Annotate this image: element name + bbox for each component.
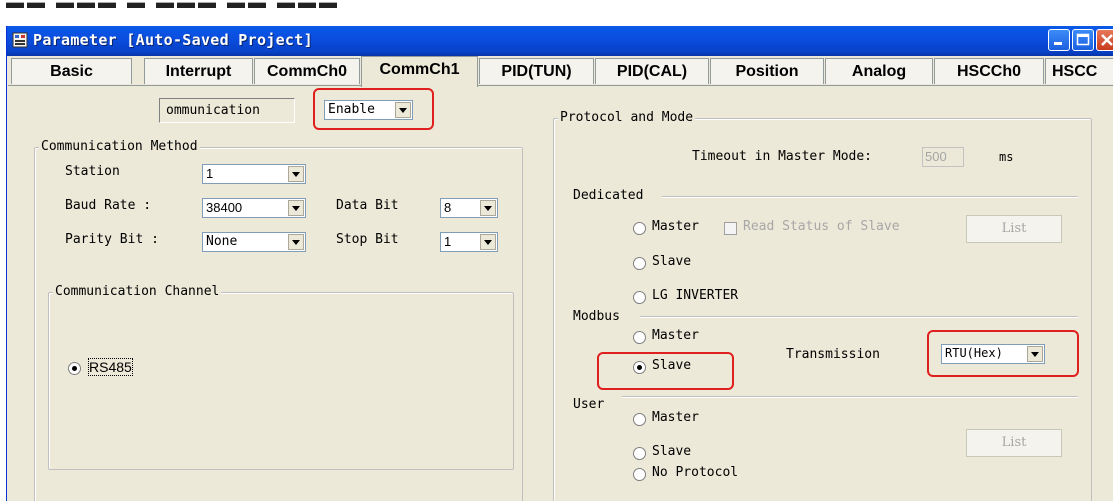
chevron-down-icon[interactable] [395, 102, 411, 118]
baud-rate-label: Baud Rate : [65, 198, 152, 213]
chevron-down-icon[interactable] [288, 234, 304, 250]
lg-inverter-label: LG INVERTER [652, 288, 739, 303]
dedicated-title: Dedicated [573, 188, 644, 203]
tab-pid-tun[interactable]: PID(TUN) [479, 58, 594, 84]
caption-doodle: ▬▬ ▬▬▬ ▬ ▬▬▬ ▬▬ ▬▬▬ [6, 0, 341, 12]
baud-rate-select[interactable]: 38400 [202, 198, 306, 218]
tab-analog[interactable]: Analog [825, 58, 933, 84]
protocol-mode-group: Protocol and Mode Timeout in Master Mode… [553, 110, 1092, 501]
dedicated-master-label: Master [652, 219, 699, 234]
tab-interrupt[interactable]: Interrupt [144, 58, 253, 84]
tab-hscch0[interactable]: HSCCh0 [934, 58, 1044, 84]
no-protocol-radio[interactable] [633, 468, 646, 481]
baud-rate-value: 38400 [206, 200, 243, 215]
stop-bit-value: 1 [444, 234, 452, 249]
transmission-select[interactable]: RTU(Hex) [941, 344, 1045, 364]
user-slave-radio[interactable] [633, 447, 646, 460]
data-bit-select[interactable]: 8 [440, 198, 498, 218]
station-select[interactable]: 1 [202, 164, 306, 184]
dedicated-separator [662, 196, 1078, 198]
dedicated-master-radio[interactable] [633, 222, 646, 235]
transmission-value: RTU(Hex) [945, 346, 1003, 360]
communication-value: Enable [328, 102, 375, 117]
rs485-label[interactable]: RS485 [88, 358, 133, 376]
maximize-button[interactable] [1072, 29, 1094, 51]
title-bar[interactable]: Parameter [Auto-Saved Project] [7, 26, 1113, 56]
user-title: User [573, 397, 605, 412]
communication-method-title: Communication Method [39, 139, 200, 154]
user-slave-label: Slave [652, 444, 692, 459]
modbus-slave-label: Slave [652, 358, 692, 373]
parameter-window: Parameter [Auto-Saved Project] Basic Int… [6, 26, 1113, 501]
tab-pid-cal[interactable]: PID(CAL) [595, 58, 709, 84]
minimize-button[interactable] [1048, 29, 1070, 51]
close-button[interactable] [1096, 29, 1113, 51]
data-bit-value: 8 [444, 200, 452, 215]
station-label: Station [65, 164, 120, 179]
tab-commch1[interactable]: CommCh1 [361, 56, 478, 87]
app-icon [12, 32, 28, 48]
stop-bit-label: Stop Bit [336, 232, 399, 247]
tab-basic[interactable]: Basic [11, 58, 132, 84]
communication-select[interactable]: Enable [324, 100, 413, 120]
modbus-title: Modbus [573, 309, 620, 324]
window-title: Parameter [Auto-Saved Project] [33, 31, 313, 49]
station-value: 1 [206, 166, 214, 181]
chevron-down-icon[interactable] [480, 234, 496, 250]
tab-commch0[interactable]: CommCh0 [254, 58, 360, 84]
communication-label-box: ommunication [159, 98, 295, 123]
timeout-label: Timeout in Master Mode: [692, 149, 873, 164]
user-list-button[interactable]: List [966, 429, 1062, 457]
maximize-icon [1076, 33, 1090, 46]
dedicated-slave-radio[interactable] [633, 257, 646, 270]
no-protocol-label: No Protocol [652, 465, 739, 480]
rs485-radio[interactable] [68, 362, 81, 375]
transmission-label: Transmission [786, 347, 880, 362]
user-separator [622, 396, 1078, 398]
chevron-down-icon[interactable] [288, 166, 304, 182]
modbus-master-label: Master [652, 328, 699, 343]
parity-bit-select[interactable]: None [202, 232, 306, 252]
commch1-pane: ommunication Enable Communication Method… [8, 85, 1113, 501]
page-caption: ▬▬ ▬▬▬ ▬ ▬▬▬ ▬▬ ▬▬▬ [0, 0, 1113, 26]
stop-bit-select[interactable]: 1 [440, 232, 498, 252]
parity-bit-label: Parity Bit : [65, 232, 159, 247]
communication-label: ommunication [166, 103, 260, 118]
protocol-mode-title: Protocol and Mode [558, 110, 696, 125]
tab-hscch1[interactable]: HSCC [1045, 58, 1113, 84]
modbus-separator [640, 316, 1078, 318]
dedicated-list-button[interactable]: List [966, 215, 1062, 243]
read-status-label: Read Status of Slave [743, 219, 900, 234]
chevron-down-icon[interactable] [480, 200, 496, 216]
chevron-down-icon[interactable] [1027, 346, 1043, 362]
dedicated-slave-label: Slave [652, 254, 692, 269]
lg-inverter-radio[interactable] [633, 291, 646, 304]
timeout-unit: ms [999, 150, 1014, 164]
timeout-input[interactable]: 500 [922, 147, 964, 167]
user-master-radio[interactable] [633, 413, 646, 426]
modbus-slave-radio[interactable] [633, 361, 646, 374]
chevron-down-icon[interactable] [288, 200, 304, 216]
minimize-icon [1054, 42, 1062, 45]
read-status-checkbox[interactable] [724, 222, 737, 235]
tab-bar: Basic Interrupt CommCh0 CommCh1 PID(TUN)… [7, 56, 1113, 87]
tab-position[interactable]: Position [710, 58, 824, 84]
communication-method-group: Communication Method Station 1 Baud Rate… [34, 139, 523, 501]
data-bit-label: Data Bit [336, 198, 399, 213]
parity-bit-value: None [206, 234, 238, 249]
communication-channel-group: Communication Channel RS485 [48, 284, 514, 470]
close-icon [1101, 34, 1113, 46]
modbus-master-radio[interactable] [633, 331, 646, 344]
communication-channel-title: Communication Channel [53, 284, 222, 299]
user-master-label: Master [652, 410, 699, 425]
